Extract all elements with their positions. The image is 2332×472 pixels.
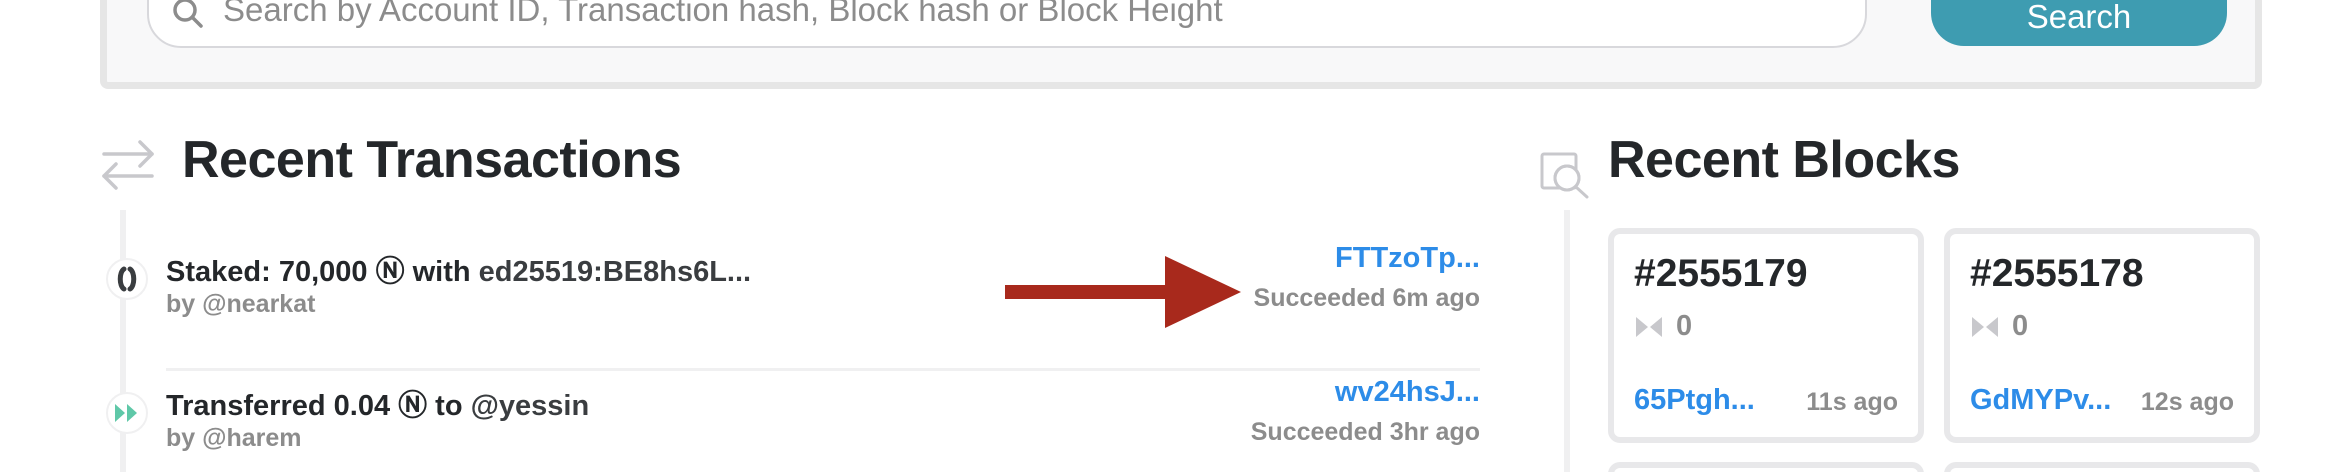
block-search-icon [1540,152,1589,199]
block-tx-count-value: 0 [1676,310,1693,342]
block-tx-count: 0 [1970,310,2028,343]
transaction-target[interactable]: ed25519:BE8hs6L... [479,256,751,288]
transaction-status: Succeeded 6m ago [1253,284,1480,312]
transaction-title: Staked: 70,000 Ⓝ with ed25519:BE8hs6L... [166,248,751,290]
transaction-target[interactable]: @yessin [471,390,590,422]
search-icon [173,0,203,28]
transaction-action: Transferred 0.04 Ⓝ to [166,390,471,422]
transaction-action: Staked: 70,000 Ⓝ with [166,256,479,288]
block-hash-link[interactable]: 65Ptgh... [1634,384,1755,417]
bowtie-icon [1636,316,1662,337]
bowtie-icon [1972,316,1998,337]
transaction-divider [166,368,1480,371]
transaction-row[interactable]: Staked: 70,000 Ⓝ with ed25519:BE8hs6L...… [100,242,1480,352]
block-number: #2555178 [1970,252,2144,295]
transaction-row[interactable]: Transferred 0.04 Ⓝ to @yessin by @harem … [100,376,1480,472]
block-age: 11s ago [1806,388,1898,416]
transaction-signer[interactable]: by @nearkat [166,290,315,319]
block-tx-count: 0 [1634,310,1692,343]
annotation-arrow-icon [1005,256,1241,328]
search-input[interactable] [223,0,1823,32]
transaction-hash-link[interactable]: wv24hsJ... [1335,376,1480,409]
block-age: 12s ago [2140,388,2234,416]
transaction-status: Succeeded 3hr ago [1250,418,1480,446]
block-card-partial[interactable] [1608,462,1924,472]
transaction-hash-link[interactable]: FTTzoTp... [1335,242,1480,275]
block-card[interactable]: #2555179 0 65Ptgh... 11s ago [1608,228,1924,443]
recent-transactions-title: Recent Transactions [182,131,682,189]
recent-blocks-title: Recent Blocks [1608,131,1960,189]
stake-icon [106,258,148,300]
blocks-timeline-line [1564,210,1570,472]
search-panel: Search [100,0,2262,89]
block-card-partial[interactable] [1944,462,2260,472]
search-box[interactable] [147,0,1867,48]
block-number: #2555179 [1634,252,1808,295]
transfer-arrows-icon [102,140,154,190]
transfer-icon [106,392,148,434]
block-card[interactable]: #2555178 0 GdMYPv... 12s ago [1944,228,2260,443]
transaction-title: Transferred 0.04 Ⓝ to @yessin [166,382,589,424]
search-button[interactable]: Search [1931,0,2227,46]
transaction-signer[interactable]: by @harem [166,424,302,453]
block-hash-link[interactable]: GdMYPv... [1970,384,2111,417]
block-tx-count-value: 0 [2012,310,2029,342]
